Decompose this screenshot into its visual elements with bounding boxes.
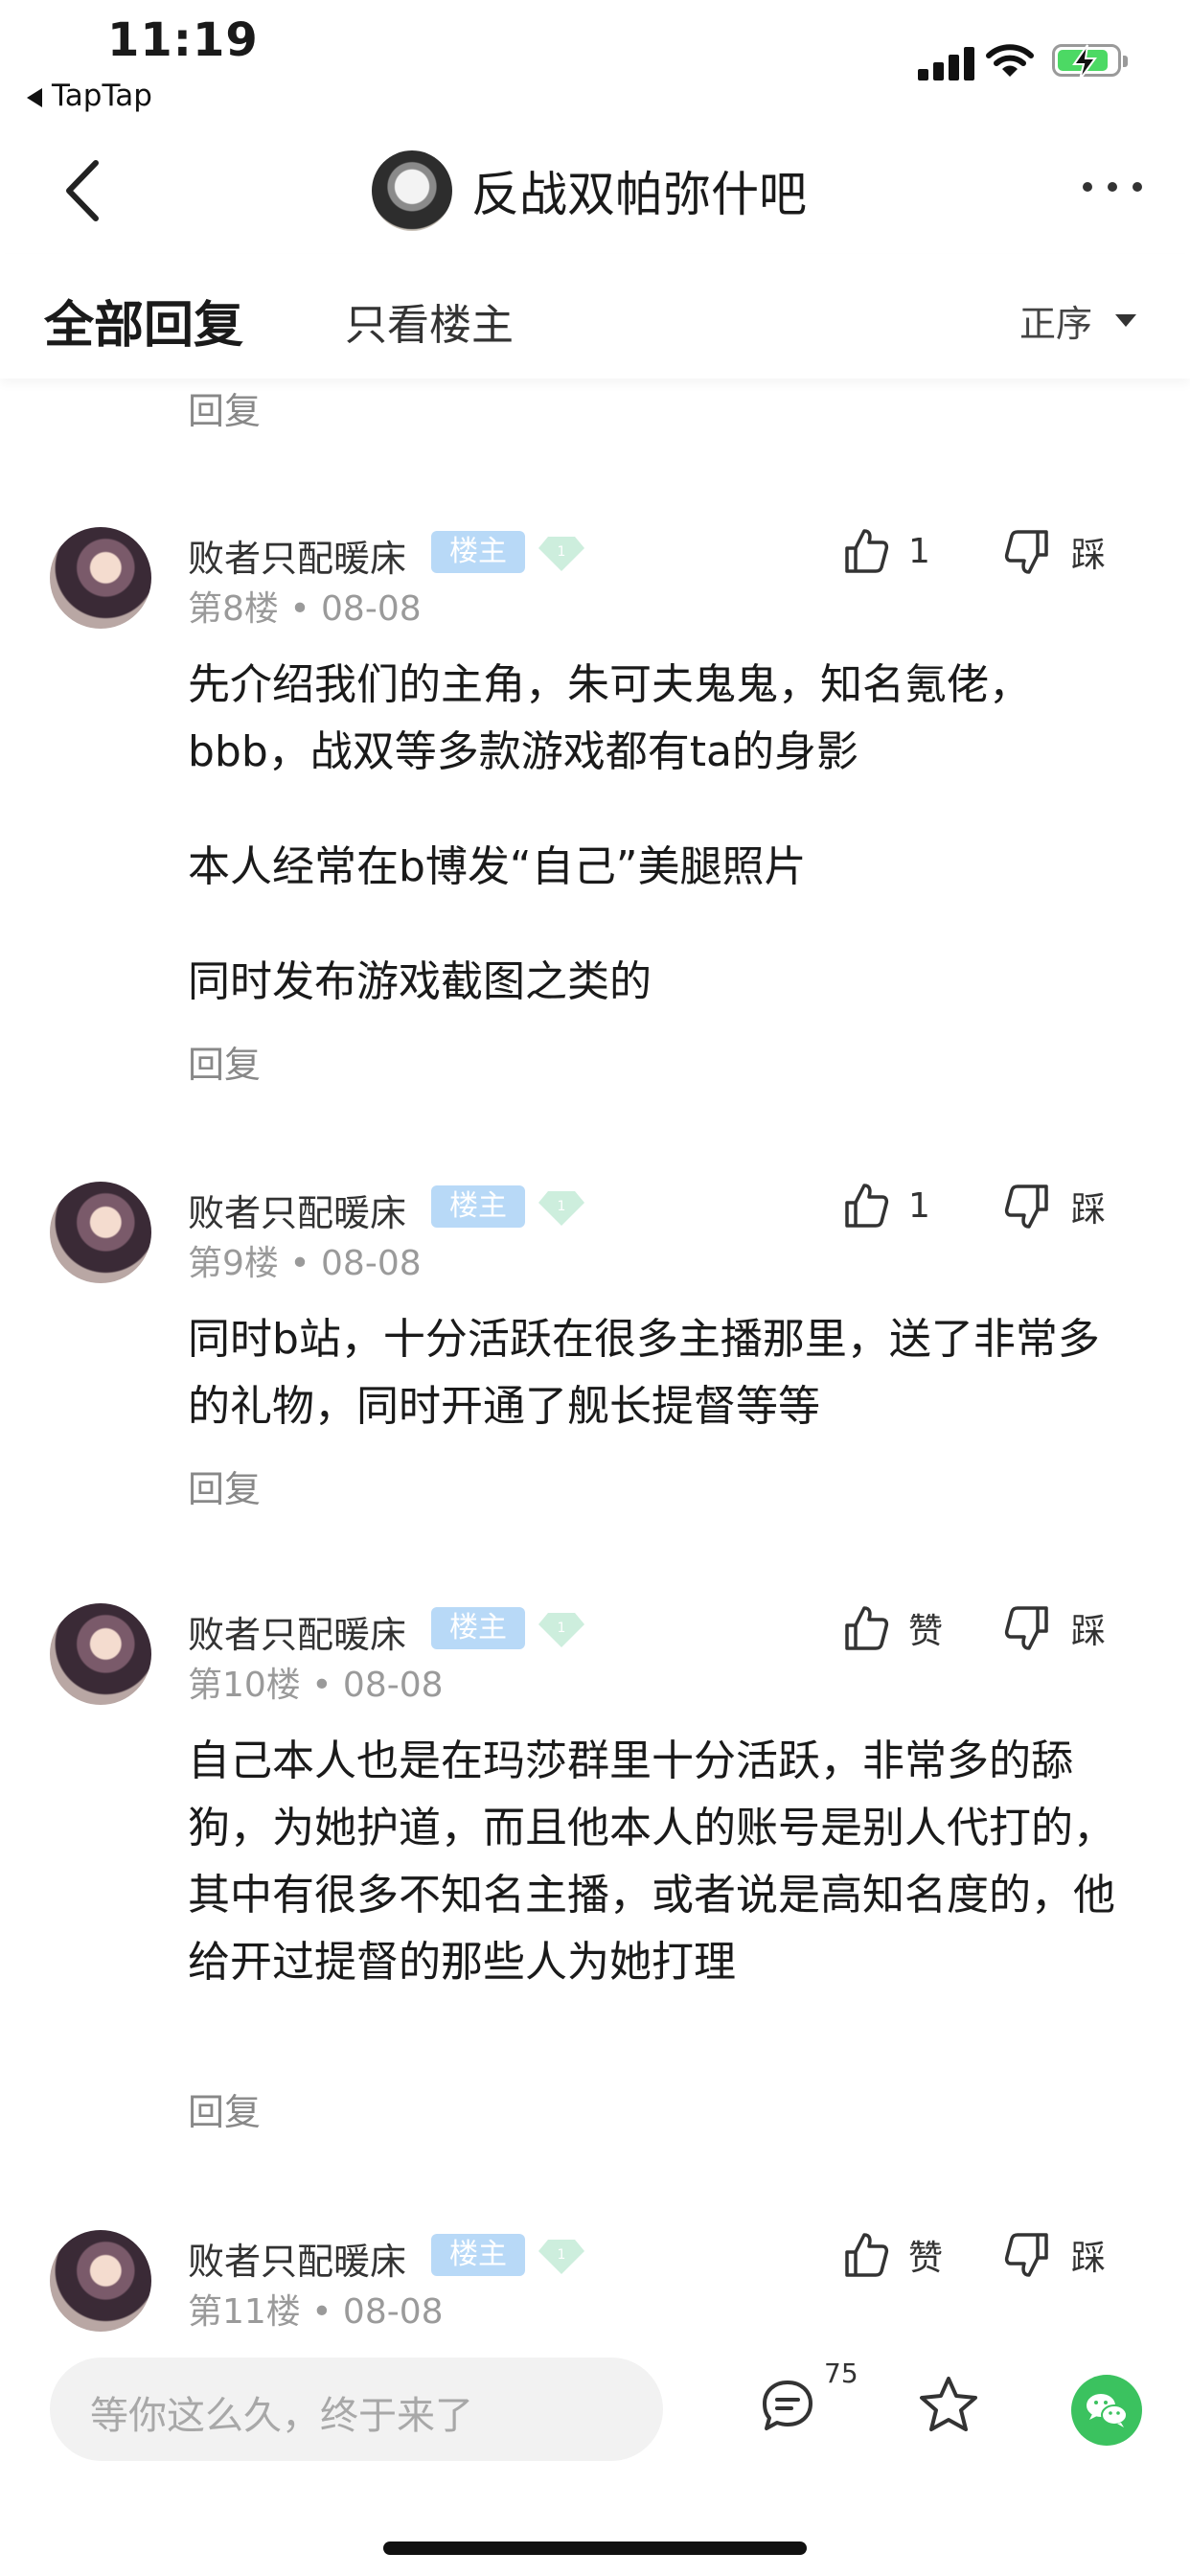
- reply-link[interactable]: 回复: [188, 1460, 261, 1512]
- dislike-button[interactable]: 踩: [1004, 1182, 1106, 1231]
- svg-text:1: 1: [558, 544, 566, 560]
- signal-icon: [918, 46, 975, 80]
- dislike-button[interactable]: 踩: [1004, 527, 1106, 577]
- post-content: 先介绍我们的主角，朱可夫鬼鬼，知名氪佬，bbb，战双等多款游戏都有ta的身影 本…: [188, 652, 1127, 1016]
- avatar[interactable]: [50, 1182, 151, 1283]
- reply-link-previous[interactable]: 回复: [188, 381, 261, 434]
- forum-title: 反战双帕弥什吧: [471, 167, 807, 222]
- like-label: 赞: [908, 1612, 944, 1651]
- status-time: 11:19: [107, 13, 259, 67]
- post-content: 自己本人也是在玛莎群里十分活跃，非常多的舔狗，为她护道，而且他本人的账号是别人代…: [188, 1728, 1127, 1996]
- svg-text:1: 1: [558, 1199, 566, 1214]
- avatar[interactable]: [50, 2230, 151, 2332]
- forum-header[interactable]: 反战双帕弥什吧: [372, 148, 807, 234]
- thumbs-down-icon: [1004, 1606, 1048, 1650]
- dislike-label: 踩: [1071, 2239, 1107, 2278]
- level-gem-icon: 1: [538, 537, 584, 571]
- thumbs-up-icon: [845, 529, 889, 573]
- reply-tabs: 全部回复 只看楼主 正序: [0, 254, 1190, 379]
- post-paragraph: 同时发布游戏截图之类的: [188, 957, 652, 1006]
- comment-icon[interactable]: [759, 2377, 816, 2434]
- like-count: 1: [908, 1185, 930, 1226]
- post-meta: 第10楼 • 08-08: [188, 1666, 444, 1705]
- level-gem-icon: 1: [538, 1191, 584, 1226]
- post-floor-11: 败者只配暖床 楼主 1 第11楼 • 08-08 赞 踩: [0, 2230, 1190, 2335]
- post-meta: 第9楼 • 08-08: [188, 1244, 422, 1283]
- tab-all-replies[interactable]: 全部回复: [44, 285, 243, 356]
- svg-text:1: 1: [558, 2247, 566, 2263]
- back-triangle-icon: [27, 87, 42, 107]
- thumbs-down-icon: [1004, 530, 1048, 574]
- star-icon[interactable]: [918, 2375, 979, 2434]
- like-button[interactable]: 1: [843, 1182, 930, 1230]
- back-to-app-link[interactable]: TapTap: [27, 79, 152, 113]
- sort-dropdown[interactable]: 正序: [1019, 294, 1136, 347]
- dislike-label: 踩: [1071, 536, 1107, 575]
- back-chevron-icon[interactable]: [57, 157, 115, 224]
- back-app-label: TapTap: [52, 79, 152, 113]
- thumbs-down-icon: [1004, 2233, 1048, 2277]
- post-meta: 第11楼 • 08-08: [188, 2292, 444, 2332]
- dislike-label: 踩: [1071, 1190, 1107, 1230]
- post-paragraph: 自己本人也是在玛莎群里十分活跃，非常多的舔狗，为她护道，而且他本人的账号是别人代…: [188, 1736, 1115, 1987]
- like-button[interactable]: 赞: [843, 1603, 943, 1653]
- op-badge: 楼主: [431, 1185, 525, 1228]
- like-button[interactable]: 赞: [843, 2230, 943, 2280]
- wifi-icon: [986, 44, 1034, 77]
- home-indicator: [383, 2542, 807, 2555]
- wechat-icon: [1087, 2394, 1128, 2427]
- thumbs-up-icon: [845, 2233, 889, 2277]
- bottom-bar: 等你这么久，终于来了 75: [0, 2338, 1190, 2576]
- username[interactable]: 败者只配暖床: [188, 1184, 406, 1236]
- level-gem-icon: 1: [538, 1613, 584, 1647]
- reply-link[interactable]: 回复: [188, 1035, 261, 1088]
- svg-text:1: 1: [558, 1621, 566, 1636]
- like-count: 1: [908, 531, 930, 571]
- op-badge: 楼主: [431, 1607, 525, 1649]
- level-gem-icon: 1: [538, 2240, 584, 2274]
- username[interactable]: 败者只配暖床: [188, 529, 406, 582]
- tab-op-only[interactable]: 只看楼主: [345, 290, 514, 352]
- status-bar: 11:19 TapTap: [0, 0, 1190, 125]
- nav-bar: 反战双帕弥什吧: [0, 134, 1190, 249]
- op-badge: 楼主: [431, 2234, 525, 2276]
- thumbs-up-icon: [845, 1184, 889, 1228]
- post-content: 同时b站，十分活跃在很多主播那里，送了非常多的礼物，同时开通了舰长提督等等: [188, 1306, 1127, 1440]
- username[interactable]: 败者只配暖床: [188, 2232, 406, 2285]
- username[interactable]: 败者只配暖床: [188, 1605, 406, 1658]
- reply-link[interactable]: 回复: [188, 2082, 261, 2135]
- thumbs-up-icon: [845, 1606, 889, 1650]
- post-paragraph: 本人经常在b博发“自己”美腿照片: [188, 842, 807, 891]
- comment-count: 75: [824, 2358, 858, 2389]
- more-options-icon[interactable]: [1083, 182, 1142, 192]
- sort-label: 正序: [1018, 303, 1092, 345]
- post-meta: 第8楼 • 08-08: [188, 589, 422, 629]
- caret-down-icon: [1115, 314, 1136, 327]
- reply-input[interactable]: 等你这么久，终于来了: [50, 2358, 663, 2461]
- battery-icon: [1052, 44, 1128, 80]
- post-paragraph: 同时b站，十分活跃在很多主播那里，送了非常多的礼物，同时开通了舰长提督等等: [188, 1315, 1100, 1431]
- dislike-button[interactable]: 踩: [1004, 1603, 1106, 1653]
- like-label: 赞: [908, 2239, 944, 2278]
- reply-input-placeholder: 等你这么久，终于来了: [90, 2394, 473, 2438]
- dislike-label: 踩: [1071, 1612, 1107, 1651]
- forum-avatar: [372, 150, 452, 231]
- op-badge: 楼主: [431, 531, 525, 573]
- avatar[interactable]: [50, 1603, 151, 1705]
- dislike-button[interactable]: 踩: [1004, 2230, 1106, 2280]
- thumbs-down-icon: [1004, 1184, 1048, 1229]
- post-paragraph: 先介绍我们的主角，朱可夫鬼鬼，知名氪佬，bbb，战双等多款游戏都有ta的身影: [188, 660, 1031, 776]
- like-button[interactable]: 1: [843, 527, 930, 575]
- avatar[interactable]: [50, 527, 151, 629]
- wechat-share-button[interactable]: [1071, 2375, 1142, 2446]
